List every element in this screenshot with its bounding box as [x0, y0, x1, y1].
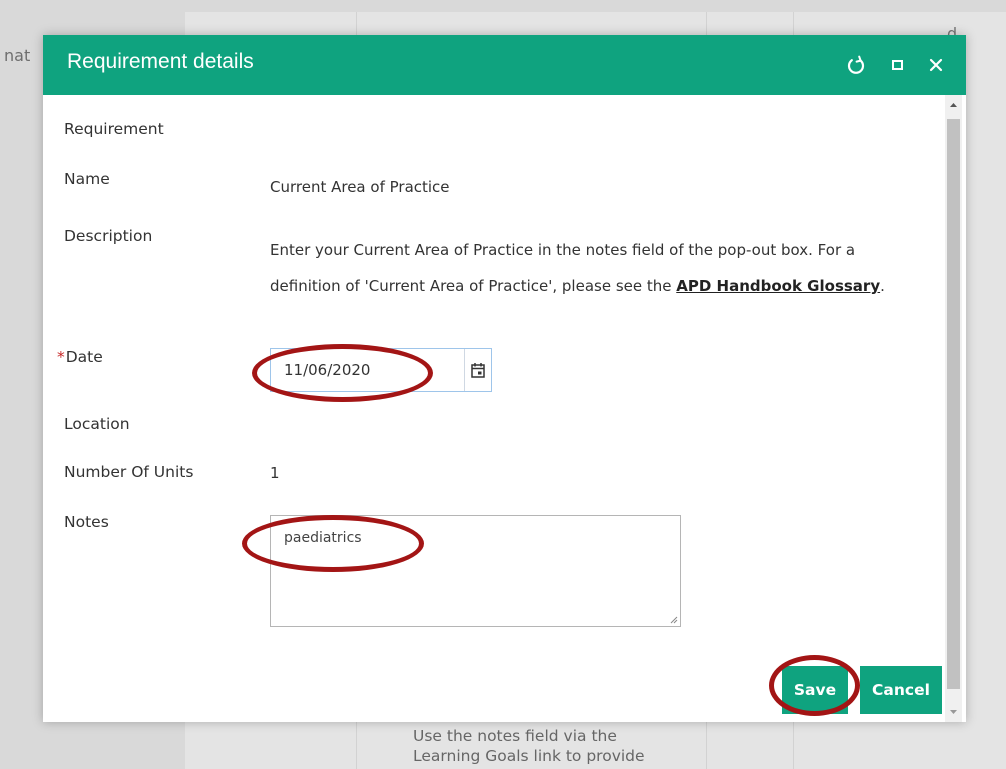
- number-of-units-label: Number Of Units: [64, 463, 194, 481]
- background-line: Use the notes field via the: [413, 727, 617, 745]
- dialog-header: Requirement details: [43, 35, 966, 95]
- requirement-details-dialog: Requirement details Requirement Name Cur…: [43, 35, 966, 722]
- notes-value: paediatrics: [284, 530, 362, 546]
- calendar-icon[interactable]: [466, 359, 490, 383]
- name-value: Current Area of Practice: [270, 178, 450, 196]
- date-input[interactable]: [271, 349, 457, 391]
- date-divider: [464, 349, 465, 391]
- save-button[interactable]: Save: [782, 666, 848, 714]
- notes-label: Notes: [64, 513, 109, 531]
- maximize-icon[interactable]: [885, 52, 911, 78]
- notes-textarea[interactable]: paediatrics: [270, 515, 681, 627]
- scroll-up-arrow-icon[interactable]: [945, 95, 962, 115]
- apd-handbook-glossary-link[interactable]: APD Handbook Glossary: [676, 277, 880, 295]
- refresh-icon[interactable]: [843, 52, 869, 78]
- description-end: .: [880, 277, 885, 295]
- background-text-fragment: nat: [4, 46, 31, 65]
- description-text: Enter your Current Area of Practice in t…: [270, 232, 930, 304]
- location-label: Location: [64, 415, 130, 433]
- date-field[interactable]: [270, 348, 492, 392]
- required-mark: *: [57, 348, 65, 366]
- date-label-text: Date: [65, 348, 103, 366]
- name-label: Name: [64, 170, 110, 188]
- resize-grip-icon[interactable]: [669, 615, 678, 624]
- close-icon[interactable]: [923, 52, 949, 78]
- dialog-scrollbar[interactable]: [945, 95, 962, 722]
- section-title: Requirement: [64, 120, 164, 138]
- dialog-title: Requirement details: [67, 50, 254, 73]
- number-of-units-value: 1: [270, 464, 280, 482]
- cancel-button[interactable]: Cancel: [860, 666, 942, 714]
- description-label: Description: [64, 227, 153, 245]
- scroll-down-arrow-icon[interactable]: [945, 702, 962, 722]
- background-line: Learning Goals link to provide: [413, 747, 645, 765]
- date-label: *Date: [57, 348, 103, 366]
- background-notes-text: Use the notes field via the Learning Goa…: [413, 726, 645, 766]
- dialog-body: Requirement Name Current Area of Practic…: [43, 95, 943, 722]
- scroll-thumb[interactable]: [947, 119, 960, 689]
